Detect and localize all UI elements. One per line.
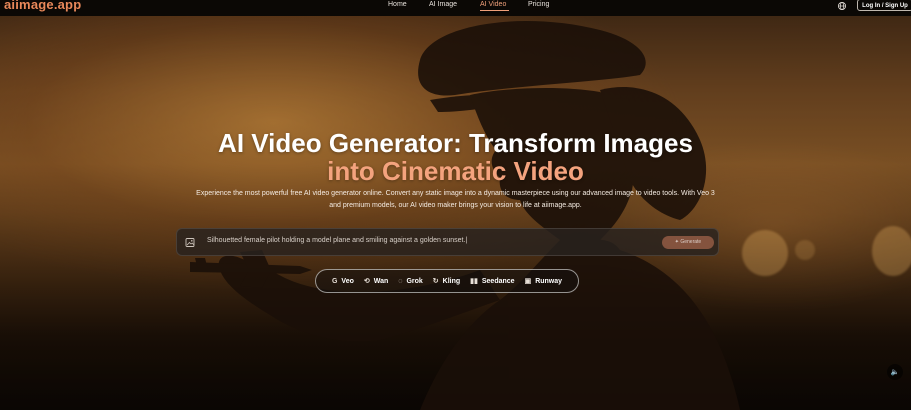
model-kling[interactable]: ↻ Kling <box>432 277 461 286</box>
volume-icon[interactable]: 🔈 <box>887 364 903 380</box>
nav-ai-video[interactable]: AI Video <box>480 1 506 8</box>
generate-button[interactable]: ✦ Generate <box>662 236 714 249</box>
hero-subtitle: Experience the most powerful free AI vid… <box>196 190 715 209</box>
wan-icon: ⟲ <box>363 278 370 285</box>
hero-title-line-2: into Cinematic Video <box>327 156 584 186</box>
login-signup-button[interactable]: Log In / Sign Up <box>857 0 911 11</box>
runway-icon: ▣ <box>524 278 532 285</box>
hero-title-line-1: AI Video Generator: Transform Images <box>218 128 693 158</box>
grok-icon: ◌ <box>398 277 403 285</box>
nav-ai-image[interactable]: AI Image <box>429 1 457 8</box>
model-label: Grok <box>406 277 423 285</box>
generate-label: Generate <box>680 239 702 245</box>
model-grok[interactable]: ◌ Grok <box>398 278 423 285</box>
top-navigation-bar: aiimage.app Home AI Image AI Video Prici… <box>0 0 911 16</box>
model-runway[interactable]: ▣ Runway <box>524 277 563 286</box>
image-upload-icon[interactable] <box>185 237 196 248</box>
model-wan[interactable]: ⟲ Wan <box>363 277 389 286</box>
veo-icon: G <box>331 277 338 285</box>
model-label: Seedance <box>481 277 515 285</box>
nav-active-underline <box>480 10 509 11</box>
model-label: Veo <box>341 277 354 285</box>
seedance-icon: ▮▮ <box>470 278 478 285</box>
brand-logo[interactable]: aiimage.app <box>4 0 81 12</box>
model-seedance[interactable]: ▮▮ Seedance <box>470 277 515 286</box>
kling-icon: ↻ <box>432 278 439 285</box>
model-label: Runway <box>535 277 563 285</box>
model-selector: G Veo ⟲ Wan ◌ Grok ↻ Kling ▮▮ Seedance ▣… <box>315 269 579 293</box>
globe-icon[interactable] <box>837 1 847 11</box>
model-label: Kling <box>442 277 461 285</box>
nav-pricing[interactable]: Pricing <box>528 1 549 8</box>
model-veo[interactable]: G Veo <box>332 278 354 285</box>
prompt-input[interactable]: Silhouetted female pilot holding a model… <box>207 237 467 244</box>
prompt-box: Silhouetted female pilot holding a model… <box>176 228 719 256</box>
model-label: Wan <box>373 277 389 285</box>
nav-home[interactable]: Home <box>388 1 407 8</box>
